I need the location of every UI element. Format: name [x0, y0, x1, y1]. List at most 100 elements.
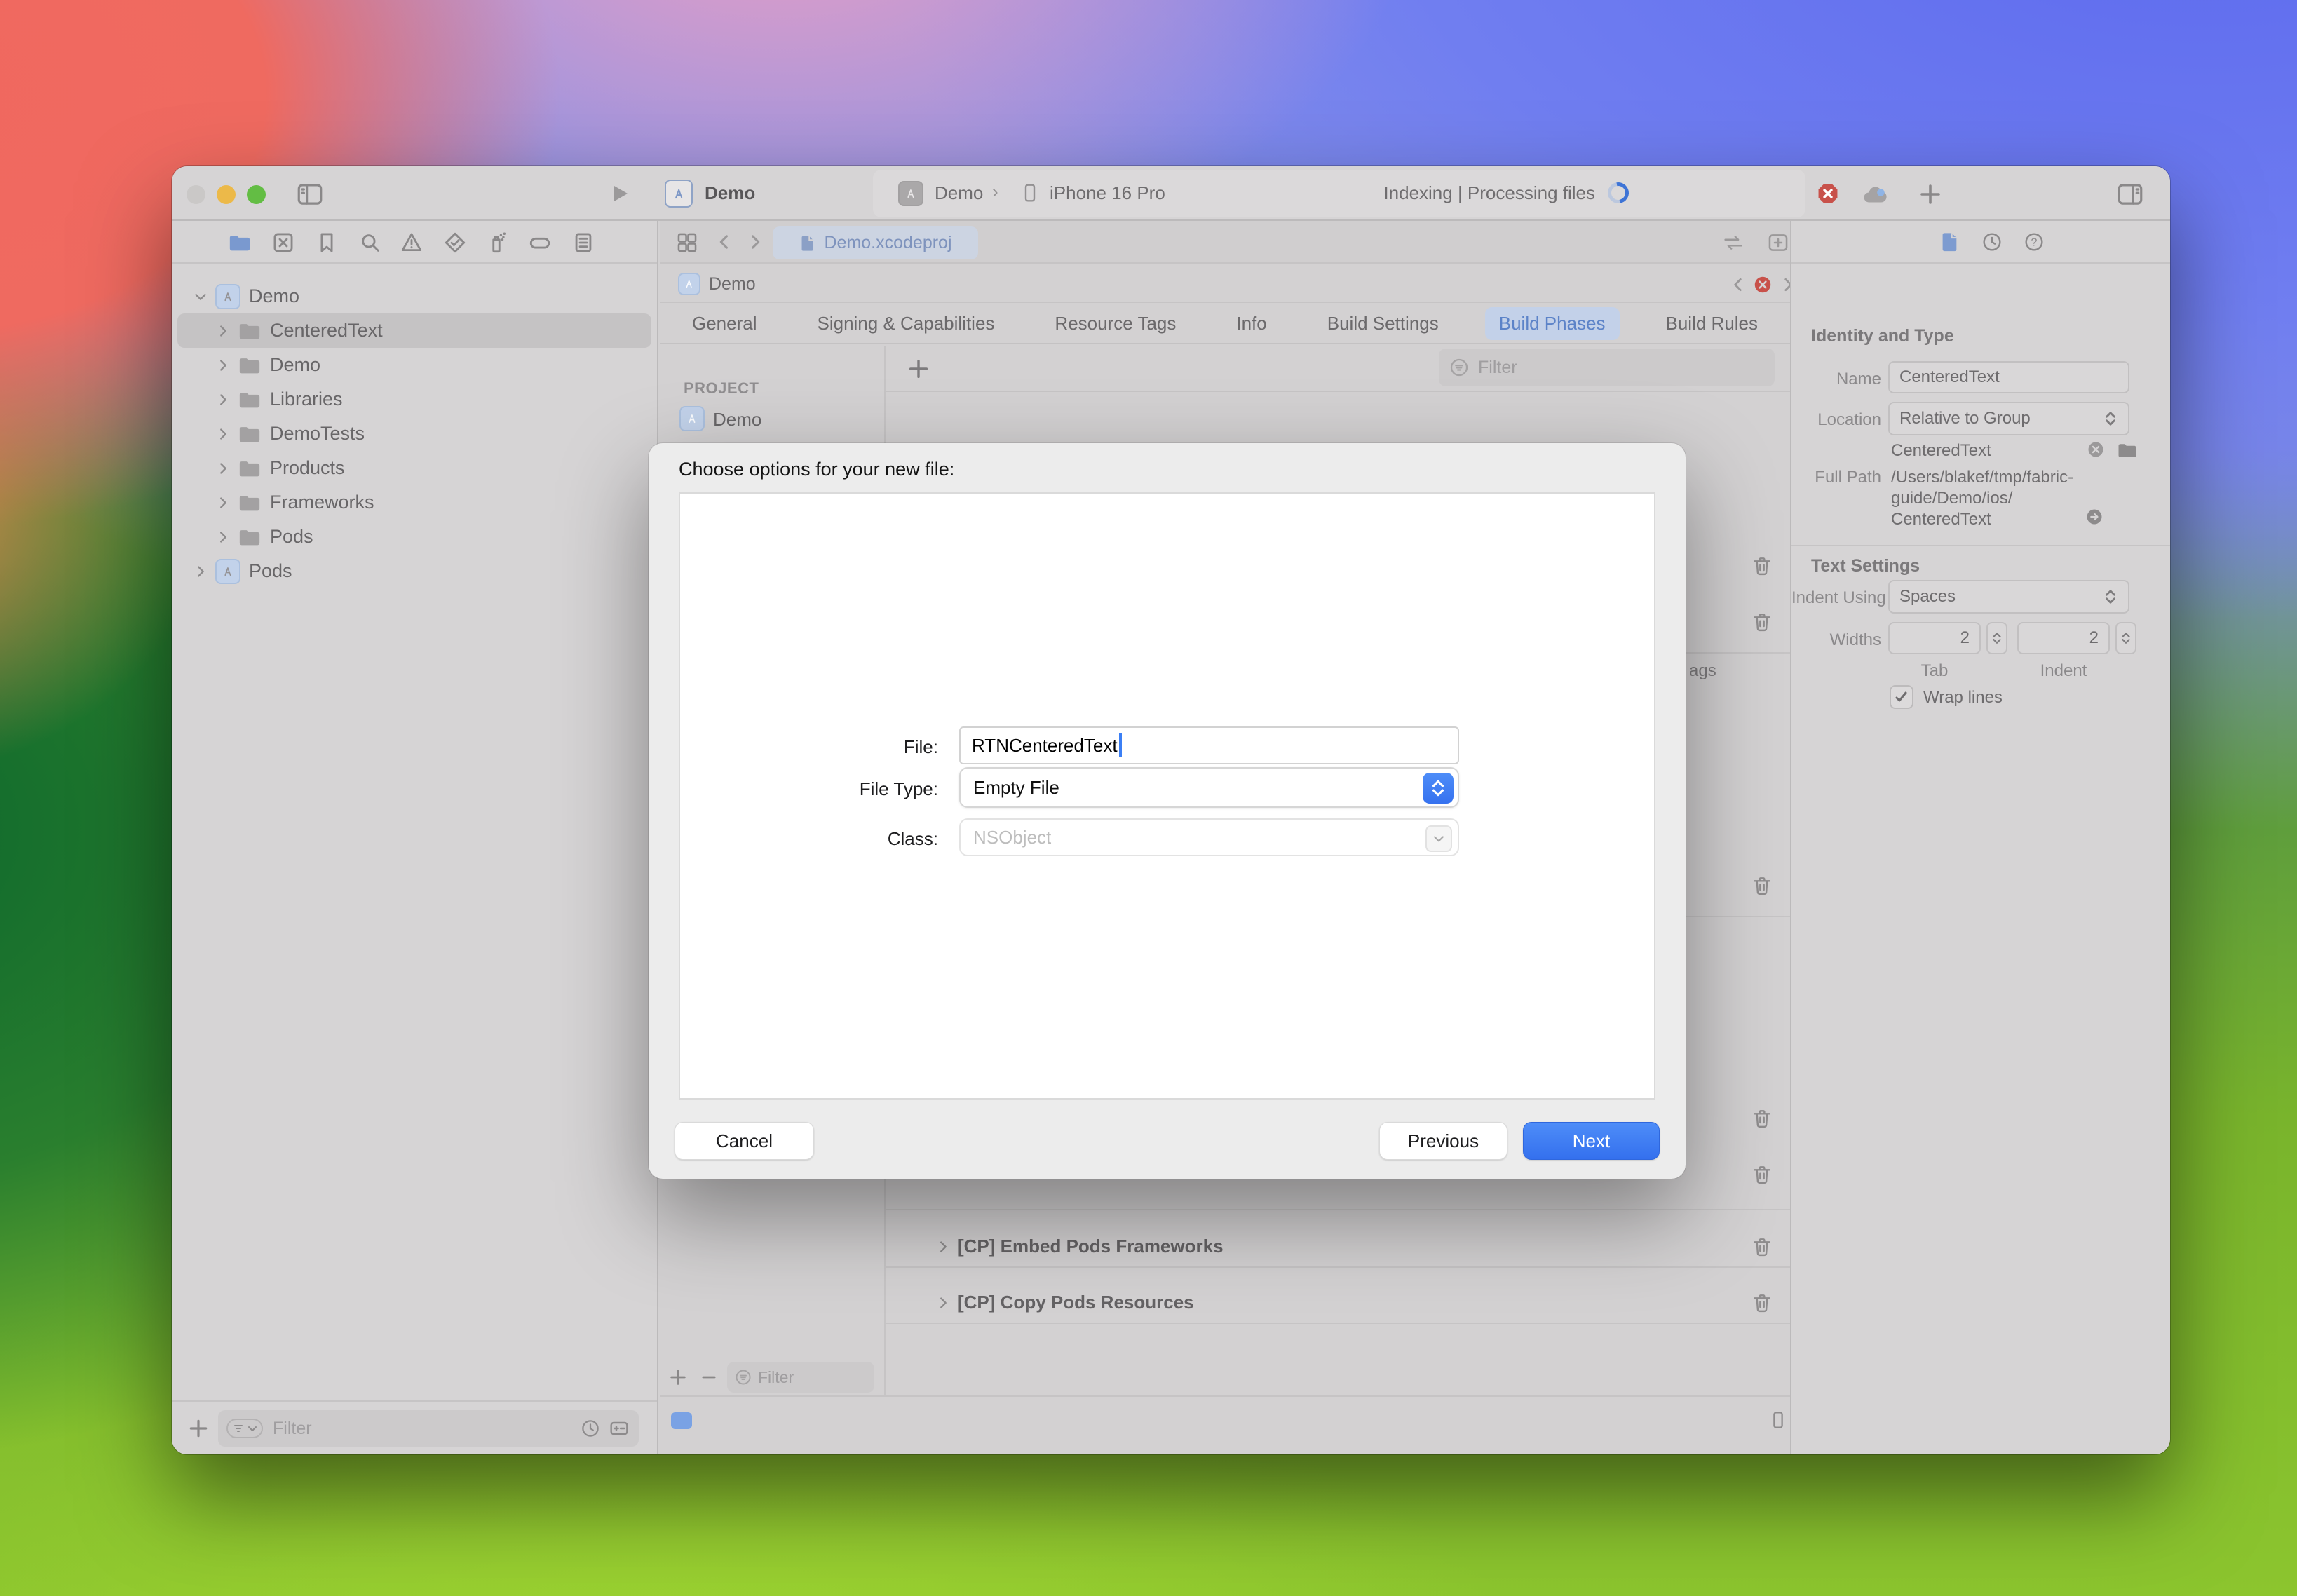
remove-target-button[interactable] [699, 1367, 719, 1387]
tab-build-settings[interactable]: Build Settings [1313, 307, 1453, 340]
add-target-button[interactable] [668, 1367, 688, 1387]
add-toolbar-icon[interactable] [1918, 182, 1943, 207]
location-popup[interactable]: Relative to Group [1888, 402, 2129, 435]
stop-error-icon[interactable] [1816, 182, 1840, 205]
file-type-label: File Type: [679, 778, 938, 800]
chevron-right-icon[interactable] [215, 461, 231, 476]
tab-width-field[interactable]: 2 [1888, 622, 1981, 654]
cancel-button[interactable]: Cancel [675, 1122, 814, 1160]
tab-build-phases[interactable]: Build Phases [1485, 307, 1620, 340]
chevron-down-icon[interactable] [193, 289, 208, 304]
chevron-right-icon[interactable] [193, 564, 208, 579]
reveal-path-icon[interactable] [2085, 507, 2104, 527]
debug-icon[interactable] [485, 231, 508, 255]
device-preview-icon[interactable] [1768, 1409, 1789, 1431]
jumpbar-title[interactable]: Demo [709, 274, 756, 295]
add-build-phase-button[interactable] [907, 357, 930, 381]
bookmarks-icon[interactable] [315, 231, 339, 255]
forward-icon[interactable] [745, 232, 765, 252]
tree-item-pods-project[interactable]: Pods [172, 554, 657, 588]
chevron-right-icon[interactable] [935, 1295, 951, 1311]
class-combo[interactable]: NSObject [959, 818, 1459, 856]
traffic-close-button[interactable] [187, 185, 205, 204]
trash-icon[interactable] [1751, 874, 1773, 897]
tab-signing[interactable]: Signing & Capabilities [803, 307, 1008, 340]
tree-item-demo[interactable]: Demo [172, 348, 657, 382]
phases-filter-input[interactable]: Filter [1439, 349, 1775, 386]
trash-icon[interactable] [1751, 555, 1773, 577]
embed-pods-row[interactable]: [CP] Embed Pods Frameworks [958, 1236, 1224, 1257]
clear-location-icon[interactable] [2086, 440, 2106, 459]
toggle-navigator-icon[interactable] [295, 180, 325, 209]
tree-item-products[interactable]: Products [172, 451, 657, 485]
tree-item-centeredtext[interactable]: CenteredText [172, 313, 657, 348]
copy-pods-row[interactable]: [CP] Copy Pods Resources [958, 1292, 1194, 1313]
trash-icon[interactable] [1751, 611, 1773, 633]
tree-item-pods-group[interactable]: Pods [172, 520, 657, 554]
tests-icon[interactable] [443, 231, 467, 255]
add-file-button[interactable] [187, 1417, 210, 1440]
tab-info[interactable]: Info [1222, 307, 1280, 340]
help-inspector-icon[interactable] [2023, 231, 2045, 253]
traffic-minimize-button[interactable] [217, 185, 236, 204]
tree-item-demotests[interactable]: DemoTests [172, 417, 657, 451]
trash-icon[interactable] [1751, 1163, 1773, 1186]
issue-previous-icon[interactable] [1729, 276, 1747, 294]
tab-label: Demo.xcodeproj [824, 233, 951, 253]
toggle-inspector-icon[interactable] [2115, 180, 2145, 209]
chevron-right-icon[interactable] [215, 358, 231, 373]
next-button[interactable]: Next [1523, 1122, 1660, 1160]
tab-resource-tags[interactable]: Resource Tags [1041, 307, 1190, 340]
tree-item-frameworks[interactable]: Frameworks [172, 485, 657, 520]
tab-general[interactable]: General [678, 307, 771, 340]
filter-scope-icon[interactable] [226, 1419, 263, 1438]
folder-icon [238, 388, 262, 412]
indent-width-field[interactable]: 2 [2017, 622, 2110, 654]
source-control-filter-icon[interactable] [608, 1417, 630, 1440]
trash-icon[interactable] [1751, 1292, 1773, 1314]
reports-icon[interactable] [571, 231, 595, 255]
chevron-right-icon[interactable] [215, 392, 231, 407]
file-inspector-icon[interactable] [1939, 231, 1961, 253]
issue-error-badge[interactable] [1752, 274, 1773, 295]
wrap-lines-checkbox[interactable] [1890, 685, 1913, 709]
chevron-right-icon[interactable] [215, 495, 231, 510]
tab-demo-xcodeproj[interactable]: Demo.xcodeproj [773, 226, 978, 259]
swap-editor-icon[interactable] [1721, 231, 1745, 255]
tab-overview-icon[interactable] [675, 231, 699, 255]
scheme-selector[interactable]: Demo › iPhone 16 Pro Indexing | Processi… [873, 170, 1805, 217]
add-editor-icon[interactable] [1766, 231, 1790, 255]
navigator-filter-input[interactable]: Filter [218, 1410, 639, 1447]
project-navigator-icon[interactable] [228, 231, 252, 255]
chevron-right-icon[interactable] [215, 323, 231, 339]
chevron-right-icon[interactable] [935, 1239, 951, 1255]
targets-filter-input[interactable]: Filter [727, 1362, 874, 1393]
tab-build-rules[interactable]: Build Rules [1652, 307, 1773, 340]
name-field[interactable]: CenteredText [1888, 361, 2129, 393]
chevron-right-icon[interactable] [215, 529, 231, 545]
traffic-zoom-button[interactable] [247, 185, 266, 204]
file-type-popup[interactable]: Empty File [959, 767, 1459, 808]
issues-icon[interactable] [400, 231, 424, 255]
source-control-icon[interactable] [271, 231, 295, 255]
indent-width-stepper[interactable] [2115, 622, 2136, 654]
chevron-right-icon[interactable] [215, 426, 231, 442]
tree-item-demo-root[interactable]: Demo [172, 279, 657, 313]
search-icon[interactable] [358, 231, 382, 255]
back-icon[interactable] [714, 232, 734, 252]
file-name-input[interactable]: RTNCenteredText [959, 726, 1459, 764]
indent-using-popup[interactable]: Spaces [1888, 580, 2129, 614]
run-button[interactable] [607, 181, 632, 206]
previous-button[interactable]: Previous [1379, 1122, 1507, 1160]
choose-folder-icon[interactable] [2117, 440, 2138, 461]
tree-item-label: Frameworks [270, 492, 374, 513]
trash-icon[interactable] [1751, 1107, 1773, 1130]
navigator-pane: Demo CenteredText Demo Libraries DemoTes [172, 221, 658, 1454]
tab-width-stepper[interactable] [1986, 622, 2007, 654]
trash-icon[interactable] [1751, 1236, 1773, 1258]
tree-item-libraries[interactable]: Libraries [172, 382, 657, 417]
breakpoints-icon[interactable] [528, 231, 552, 255]
recent-files-icon[interactable] [580, 1418, 601, 1439]
project-item-label[interactable]: Demo [713, 409, 761, 431]
history-inspector-icon[interactable] [1981, 231, 2003, 253]
